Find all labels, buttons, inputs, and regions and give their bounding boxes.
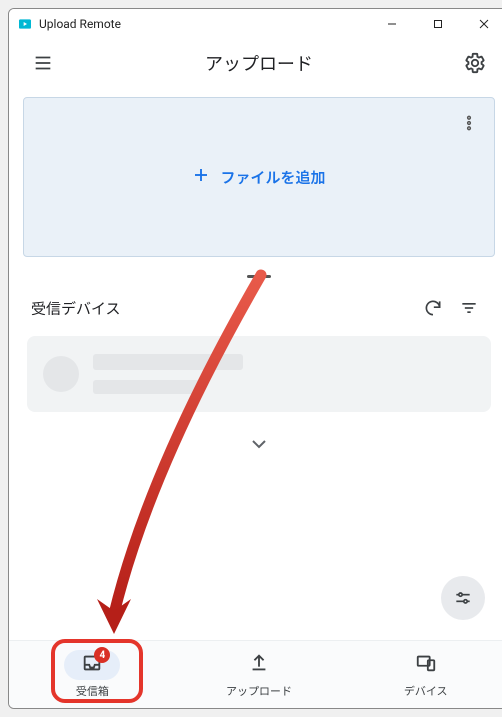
bottom-nav: 4 受信箱 アップロード デバイス [9,640,502,708]
app-header: アップロード [9,39,502,87]
nav-devices-label: デバイス [404,683,448,699]
window-close-button[interactable] [461,9,502,39]
tune-button[interactable] [441,576,485,620]
upload-drop-area[interactable]: ファイルを追加 [23,97,495,257]
window-title: Upload Remote [39,17,121,31]
app-window: Upload Remote アップロード ファイルを追加 [8,8,502,709]
device-list-placeholder [27,336,491,412]
expand-devices-button[interactable] [9,412,502,476]
add-file-label: ファイルを追加 [220,167,325,188]
nav-upload[interactable]: アップロード [176,647,343,702]
add-file-button[interactable]: ファイルを追加 [192,166,325,188]
page-title: アップロード [65,50,453,76]
nav-inbox-label: 受信箱 [76,683,109,699]
filter-button[interactable] [451,290,487,326]
settings-button[interactable] [453,41,497,85]
app-icon [17,16,33,32]
window-titlebar: Upload Remote [9,9,502,39]
devices-title: 受信デバイス [31,298,415,319]
menu-button[interactable] [21,41,65,85]
upload-icon [248,652,270,678]
nav-inbox[interactable]: 4 受信箱 [9,647,176,702]
app-content: アップロード ファイルを追加 受信デバイス [9,39,502,708]
inbox-badge: 4 [94,647,110,663]
nav-devices[interactable]: デバイス [342,647,502,702]
text-placeholder [93,354,243,394]
plus-icon [192,166,210,188]
devices-icon [415,652,437,678]
refresh-button[interactable] [415,290,451,326]
avatar-placeholder [43,356,79,392]
upload-menu-button[interactable] [452,106,486,140]
devices-header: 受信デバイス [9,284,502,336]
window-maximize-button[interactable] [415,9,461,39]
window-minimize-button[interactable] [369,9,415,39]
sheet-drag-handle[interactable] [9,269,502,284]
nav-upload-label: アップロード [226,683,292,699]
